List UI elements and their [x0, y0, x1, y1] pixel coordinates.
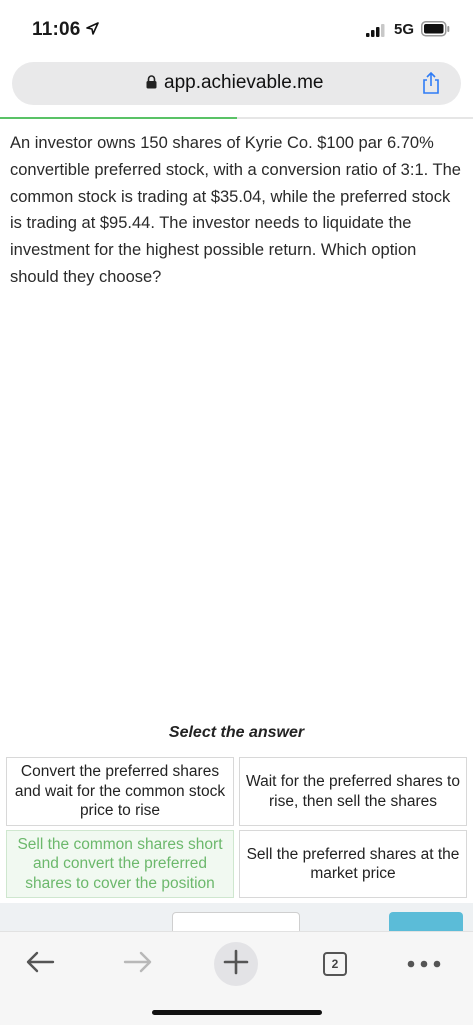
answer-option-3[interactable]: Sell the common shares short and convert…: [6, 830, 234, 898]
forward-button[interactable]: [116, 942, 160, 986]
answer-option-4[interactable]: Sell the preferred shares at the market …: [239, 830, 467, 898]
quiz-footer: [0, 903, 473, 931]
home-indicator: [152, 1010, 322, 1015]
address-bar[interactable]: app.achievable.me: [12, 62, 461, 105]
back-button[interactable]: [18, 942, 62, 986]
explanation-button[interactable]: [172, 912, 300, 931]
question-text: An investor owns 150 shares of Kyrie Co.…: [10, 134, 461, 286]
tabs-icon: 2: [323, 952, 347, 976]
arrow-left-icon: [25, 950, 55, 979]
new-tab-button[interactable]: [214, 942, 258, 986]
status-bar: 11:06 5G: [0, 0, 473, 60]
url-text[interactable]: app.achievable.me: [164, 72, 324, 94]
quiz-progress-fill: [0, 117, 237, 119]
arrow-right-icon: [123, 950, 153, 979]
cellular-signal-icon: [366, 24, 386, 43]
battery-icon: [421, 21, 451, 42]
next-button[interactable]: [389, 912, 463, 931]
answer-option-1[interactable]: Convert the preferred shares and wait fo…: [6, 757, 234, 826]
browser-toolbar: 2: [0, 931, 473, 1025]
plus-icon: [223, 949, 249, 980]
ellipsis-icon: [407, 955, 441, 973]
answer-option-2[interactable]: Wait for the preferred shares to rise, t…: [239, 757, 467, 826]
more-button[interactable]: [402, 942, 446, 986]
select-answer-label: Select the answer: [168, 724, 305, 741]
quiz-progress-bar: [0, 117, 473, 119]
status-time: 11:06: [32, 19, 81, 40]
share-icon[interactable]: [421, 71, 441, 100]
location-arrow-icon: [86, 22, 99, 40]
network-type: 5G: [394, 21, 415, 38]
lock-icon: [146, 75, 157, 94]
tabs-button[interactable]: 2: [313, 942, 357, 986]
